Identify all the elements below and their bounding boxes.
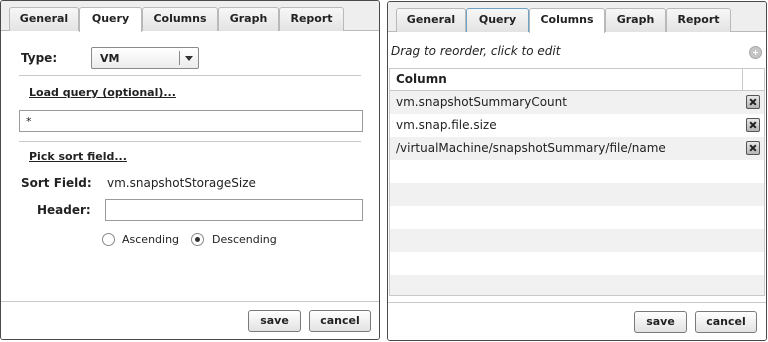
tab-general[interactable]: General: [9, 7, 79, 31]
chevron-down-icon: [185, 56, 193, 61]
query-panel: General Query Columns Graph Report Type:…: [0, 0, 380, 340]
descending-radio[interactable]: [191, 233, 204, 246]
empty-row: [390, 275, 764, 295]
query-input[interactable]: [19, 110, 363, 132]
reorder-hint: Drag to reorder, click to edit: [391, 44, 561, 58]
load-query-link[interactable]: Load query (optional)...: [29, 86, 176, 99]
column-name: vm.snapshotSummaryCount: [396, 95, 567, 109]
select-separator: [179, 51, 180, 65]
grid-header: Column: [390, 69, 764, 91]
tab-columns[interactable]: Columns: [529, 8, 605, 33]
ascending-radio[interactable]: [102, 233, 115, 246]
table-row[interactable]: vm.snap.file.size: [390, 114, 764, 137]
column-name: vm.snap.file.size: [396, 118, 497, 132]
tab-general[interactable]: General: [396, 8, 466, 32]
columns-grid: Column vm.snapshotSummaryCount vm.snap.f…: [389, 68, 765, 296]
type-select-value: VM: [100, 52, 120, 65]
cancel-button[interactable]: cancel: [309, 310, 371, 332]
divider: [19, 141, 361, 142]
type-select[interactable]: VM: [91, 47, 199, 69]
ascending-label: Ascending: [122, 233, 180, 246]
sort-field-value: vm.snapshotStorageSize: [107, 176, 256, 190]
type-label: Type:: [21, 51, 58, 65]
add-column-icon[interactable]: [749, 46, 762, 59]
empty-row: [390, 183, 764, 206]
panel-footer: save cancel: [388, 302, 766, 340]
tab-query[interactable]: Query: [79, 7, 142, 32]
close-icon[interactable]: [746, 95, 760, 109]
tab-graph[interactable]: Graph: [218, 7, 279, 31]
column-name: /virtualMachine/snapshotSummary/file/nam…: [396, 141, 666, 155]
header-action-cell: [742, 69, 764, 91]
descending-label: Descending: [212, 233, 277, 246]
tab-bar: General Query Columns Graph Report: [1, 1, 379, 32]
column-header: Column: [396, 72, 447, 86]
table-row[interactable]: vm.snapshotSummaryCount: [390, 91, 764, 114]
tab-bar: General Query Columns Graph Report: [388, 2, 766, 33]
empty-row: [390, 160, 764, 183]
close-icon[interactable]: [746, 141, 760, 155]
empty-row: [390, 206, 764, 229]
panel-footer: save cancel: [1, 301, 379, 339]
columns-panel: General Query Columns Graph Report Drag …: [387, 1, 767, 341]
save-button[interactable]: save: [248, 310, 301, 332]
tab-report[interactable]: Report: [279, 7, 344, 31]
table-row[interactable]: /virtualMachine/snapshotSummary/file/nam…: [390, 137, 764, 160]
pick-sort-field-link[interactable]: Pick sort field...: [29, 150, 127, 163]
empty-row: [390, 229, 764, 252]
tab-graph[interactable]: Graph: [605, 8, 666, 32]
cancel-button[interactable]: cancel: [695, 311, 757, 333]
empty-row: [390, 252, 764, 275]
close-icon[interactable]: [746, 118, 760, 132]
tab-columns[interactable]: Columns: [142, 7, 218, 31]
header-label: Header:: [37, 203, 91, 217]
header-input[interactable]: [105, 199, 363, 221]
tab-report[interactable]: Report: [666, 8, 731, 32]
divider: [19, 75, 361, 76]
sort-field-label: Sort Field:: [21, 176, 92, 190]
save-button[interactable]: save: [634, 311, 687, 333]
tab-query[interactable]: Query: [466, 8, 529, 32]
